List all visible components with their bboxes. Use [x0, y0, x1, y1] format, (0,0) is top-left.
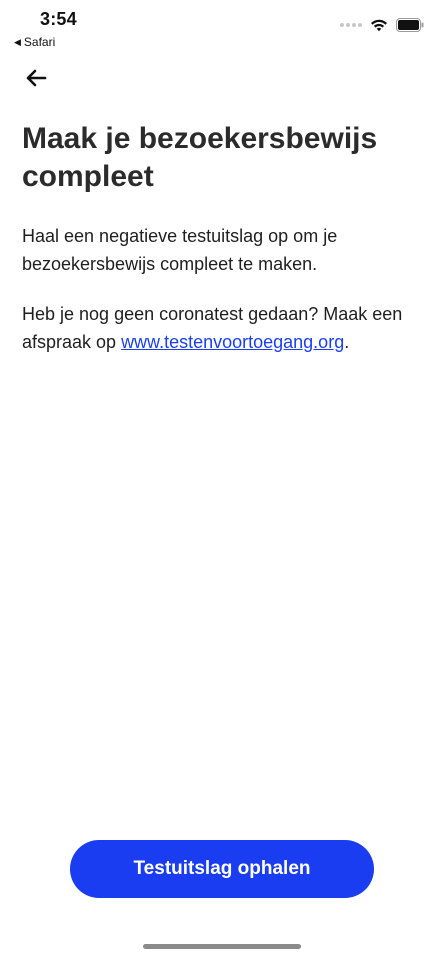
- status-icons: [340, 18, 424, 32]
- back-triangle-icon: ◀: [14, 36, 21, 47]
- page-title: Maak je bezoekersbewijs compleet: [22, 122, 378, 193]
- back-to-safari-label: Safari: [23, 35, 56, 49]
- status-bar: 3:54 ◀ Safari: [0, 0, 444, 56]
- fetch-test-result-button[interactable]: Testuitslag ophalen: [70, 840, 374, 898]
- screen: 3:54 ◀ Safari Maak je bezoekersbewijs co…: [0, 0, 444, 960]
- battery-icon: [396, 18, 424, 32]
- appointment-text: Heb je nog geen coronatest gedaan? Maak …: [22, 300, 422, 356]
- back-to-safari-link[interactable]: ◀ Safari: [14, 35, 55, 49]
- wifi-icon: [371, 19, 387, 32]
- home-indicator[interactable]: [143, 944, 301, 949]
- signal-dots-icon: [340, 23, 362, 27]
- arrow-left-icon: [26, 69, 47, 87]
- back-button[interactable]: [22, 64, 50, 92]
- status-time: 3:54: [40, 9, 77, 29]
- appointment-text-suffix: .: [344, 332, 350, 352]
- intro-text: Haal een negatieve testuitslag op om je …: [22, 226, 338, 274]
- testenvoortoegang-link[interactable]: www.testenvoortoegang.org: [121, 332, 344, 352]
